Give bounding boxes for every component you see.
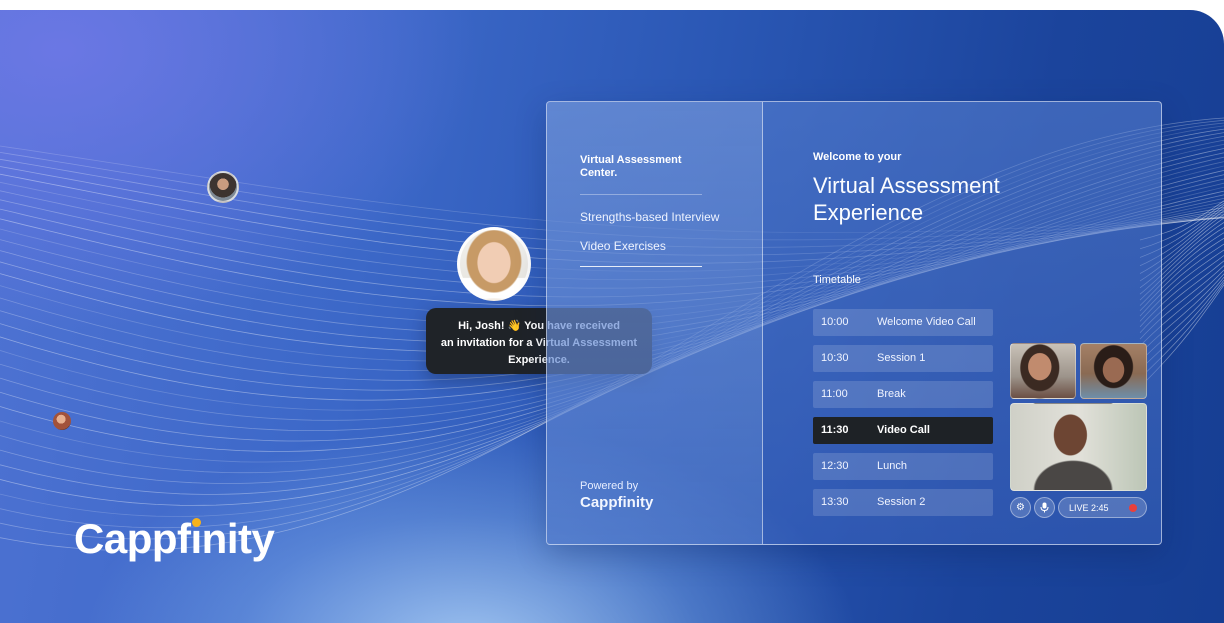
sidebar-title: Virtual Assessment Center. [580,154,682,179]
logo-text-end: nity [201,515,275,562]
timetable-row[interactable]: 10:00 Welcome Video Call [813,309,993,336]
sidebar-active-underline [580,266,702,267]
timetable-row-active[interactable]: 11:30 Video Call [813,417,993,444]
live-timer-badge: LIVE 2:45 [1058,497,1147,518]
row-time: 11:00 [821,388,848,400]
microphone-icon [1040,502,1049,513]
sidebar: Virtual Assessment Center. Strengths-bas… [547,102,763,544]
row-time: 13:30 [821,496,849,508]
avatar-small [207,171,239,203]
sidebar-item-strengths-interview[interactable]: Strengths-based Interview [580,210,719,224]
row-time: 12:30 [821,460,849,472]
microphone-button[interactable] [1034,497,1055,518]
record-icon[interactable] [1129,504,1137,512]
row-session-name: Lunch [877,460,907,472]
row-session-name: Break [877,388,906,400]
logo-letter-i: ı [190,515,203,562]
timetable-row[interactable]: 13:30 Session 2 [813,489,993,516]
assessment-panel: Virtual Assessment Center. Strengths-bas… [546,101,1162,545]
powered-by-label: Powered by [580,480,639,492]
powered-by-brand: Cappfinity [580,494,654,511]
call-controls: ⚙ LIVE 2:45 [1010,497,1147,518]
timetable-row[interactable]: 10:30 Session 1 [813,345,993,372]
avatar-recruiter [457,227,531,301]
settings-button[interactable]: ⚙ [1010,497,1031,518]
row-session-name: Video Call [877,424,930,436]
welcome-subtitle: Welcome to your [813,151,902,163]
participant-video-1[interactable] [1010,343,1076,399]
live-timer-text: LIVE 2:45 [1069,503,1109,513]
sidebar-item-video-exercises[interactable]: Video Exercises [580,239,666,253]
welcome-title: Virtual Assessment Experience [813,173,1000,225]
timetable-heading: Timetable [813,274,861,286]
gear-icon: ⚙ [1016,502,1025,513]
hero-background: Hi, Josh! 👋 You have received an invitat… [0,10,1224,623]
brand-logo: Cappfı nity [74,515,275,563]
row-session-name: Welcome Video Call [877,316,976,328]
logo-text-start: Cappf [74,515,191,562]
row-session-name: Session 1 [877,352,926,364]
sidebar-divider [580,194,702,195]
row-time: 11:30 [821,424,849,436]
row-time: 10:00 [821,316,849,328]
row-session-name: Session 2 [877,496,926,508]
row-time: 10:30 [821,352,849,364]
avatar-tiny [53,412,71,430]
logo-dot-icon [192,518,202,527]
main-speaker-video[interactable] [1010,403,1147,491]
timetable-row[interactable]: 11:00 Break [813,381,993,408]
participant-video-2[interactable] [1080,343,1147,399]
timetable-row[interactable]: 12:30 Lunch [813,453,993,480]
